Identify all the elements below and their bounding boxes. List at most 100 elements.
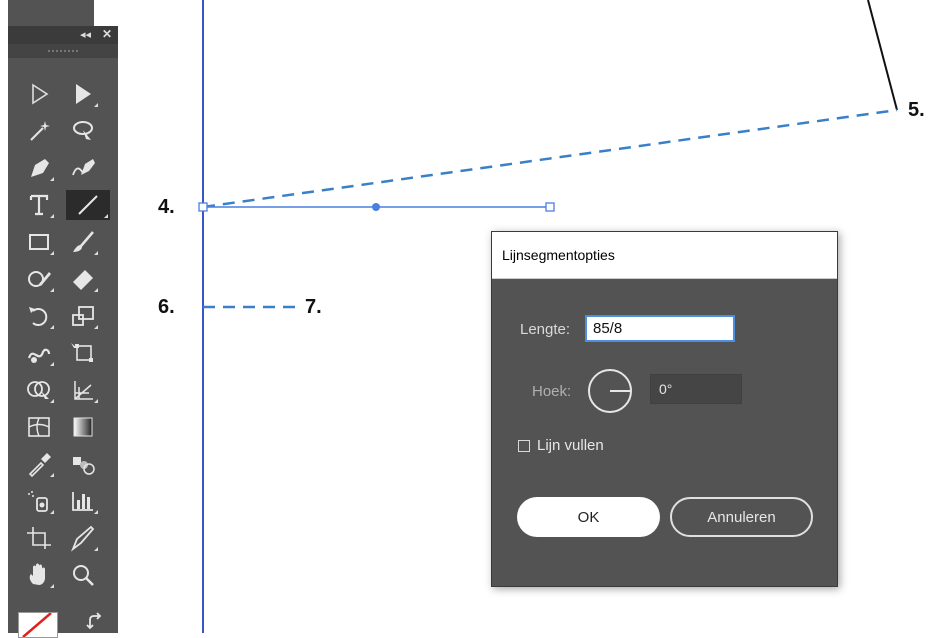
shaper-tool[interactable]	[22, 264, 56, 294]
anchor-point-start[interactable]	[198, 202, 208, 212]
direct-selection-tool[interactable]	[66, 79, 100, 109]
panel-grip[interactable]	[8, 44, 118, 58]
eyedropper-tool-icon	[28, 453, 51, 478]
free-transform-tool[interactable]	[66, 338, 100, 368]
tool-flyout-indicator	[104, 214, 108, 218]
warp-tool-icon	[27, 348, 51, 363]
symbol-sprayer-tool-icon	[28, 491, 48, 512]
slice-tool-icon	[70, 525, 95, 552]
tool-flyout-indicator	[94, 510, 98, 514]
tool-flyout-indicator	[50, 584, 54, 588]
gradient-tool-icon	[73, 417, 93, 437]
perspective-grid-tool[interactable]	[66, 375, 100, 405]
hand-tool-icon	[29, 563, 45, 585]
cancel-button[interactable]: Annuleren	[670, 497, 813, 537]
tool-flyout-indicator	[50, 214, 54, 218]
paintbrush-tool[interactable]	[66, 227, 100, 257]
tool-flyout-indicator	[50, 288, 54, 292]
grip-dots	[48, 50, 78, 54]
type-tool-icon	[29, 194, 49, 216]
length-input[interactable]	[585, 315, 735, 342]
close-panel-icon[interactable]: ✕	[102, 27, 112, 41]
angle-input[interactable]	[650, 374, 742, 404]
none-fill-icon	[22, 613, 52, 637]
shape-builder-tool[interactable]	[22, 375, 56, 405]
ok-button[interactable]: OK	[517, 497, 660, 537]
blend-tool[interactable]	[66, 449, 100, 479]
fill-line-checkbox[interactable]	[518, 440, 530, 452]
rectangle-tool[interactable]	[22, 227, 56, 257]
mesh-tool[interactable]	[22, 412, 56, 442]
tool-flyout-indicator	[94, 251, 98, 255]
tool-flyout-indicator	[94, 103, 98, 107]
pen-tool[interactable]	[22, 153, 56, 183]
symbol-sprayer-tool[interactable]	[22, 486, 56, 516]
eyedropper-tool[interactable]	[22, 449, 56, 479]
selection-tool-icon	[32, 83, 49, 105]
gradient-tool[interactable]	[66, 412, 100, 442]
tool-flyout-indicator	[94, 399, 98, 403]
artboard-tool[interactable]	[22, 523, 56, 553]
zoom-tool-icon	[73, 565, 94, 586]
pen-tool-icon	[31, 159, 49, 177]
lasso-tool[interactable]	[66, 116, 100, 146]
fill-color-swatch[interactable]	[18, 612, 58, 638]
mesh-tool-icon	[28, 417, 50, 437]
collapse-panel-icon[interactable]: ◂◂	[80, 28, 91, 41]
scale-tool-icon	[72, 306, 94, 326]
black-edge-line	[867, 0, 898, 111]
angle-dial[interactable]	[587, 368, 633, 414]
tool-flyout-indicator	[50, 325, 54, 329]
perspective-grid-tool-icon	[74, 381, 93, 400]
selection-tool[interactable]	[22, 79, 56, 109]
direct-selection-tool-icon	[76, 84, 91, 104]
paintbrush-tool-icon	[73, 231, 94, 252]
dashed-line-4-to-5	[202, 108, 898, 209]
warp-tool[interactable]	[22, 338, 56, 368]
tool-flyout-indicator	[94, 288, 98, 292]
type-tool[interactable]	[22, 190, 56, 220]
point-label-6: 6.	[158, 296, 175, 318]
length-label: Lengte:	[520, 321, 571, 338]
eraser-tool-icon	[73, 270, 93, 290]
hand-tool[interactable]	[22, 560, 56, 590]
magic-wand-tool[interactable]	[22, 116, 56, 146]
tool-flyout-indicator	[50, 177, 54, 181]
line-segment-tool[interactable]	[66, 190, 110, 220]
tool-flyout-indicator	[50, 510, 54, 514]
point-label-7: 7.	[305, 296, 322, 318]
rectangle-tool-icon	[29, 234, 49, 250]
slice-tool[interactable]	[66, 523, 100, 553]
panel-header[interactable]: ◂◂ ✕	[8, 26, 118, 44]
dialog-title: Lijnsegmentopties	[502, 247, 615, 263]
free-transform-tool-icon	[71, 343, 93, 362]
blend-tool-icon	[73, 457, 95, 475]
shape-builder-tool-icon	[27, 381, 50, 399]
tool-flyout-indicator	[94, 325, 98, 329]
point-label-4: 4.	[158, 196, 175, 218]
tool-flyout-indicator	[50, 473, 54, 477]
scale-tool[interactable]	[66, 301, 100, 331]
rotate-tool[interactable]	[22, 301, 56, 331]
tool-flyout-indicator	[50, 251, 54, 255]
tools-panel: ◂◂ ✕	[8, 26, 118, 633]
panel-tab[interactable]	[8, 0, 94, 26]
magic-wand-tool-icon	[30, 121, 50, 141]
angle-label: Hoek:	[532, 383, 572, 400]
zoom-tool[interactable]	[66, 560, 100, 590]
line-segment-options-dialog: Lijnsegmentopties Lengte: Hoek: Lijn vul…	[491, 231, 838, 587]
column-graph-tool[interactable]	[66, 486, 100, 516]
dialog-titlebar[interactable]: Lijnsegmentopties	[492, 232, 837, 279]
center-point[interactable]	[372, 203, 380, 211]
curvature-tool[interactable]	[66, 153, 100, 183]
tool-flyout-indicator	[50, 362, 54, 366]
eraser-tool[interactable]	[66, 264, 100, 294]
anchor-point-end[interactable]	[545, 202, 555, 212]
shaper-tool-icon	[28, 271, 51, 287]
tool-flyout-indicator	[94, 547, 98, 551]
swap-fill-stroke-icon[interactable]	[86, 612, 106, 632]
rotate-tool-icon	[29, 307, 48, 326]
fill-line-label: Lijn vullen	[537, 437, 604, 454]
tool-flyout-indicator	[50, 399, 54, 403]
point-label-5: 5.	[908, 99, 925, 121]
